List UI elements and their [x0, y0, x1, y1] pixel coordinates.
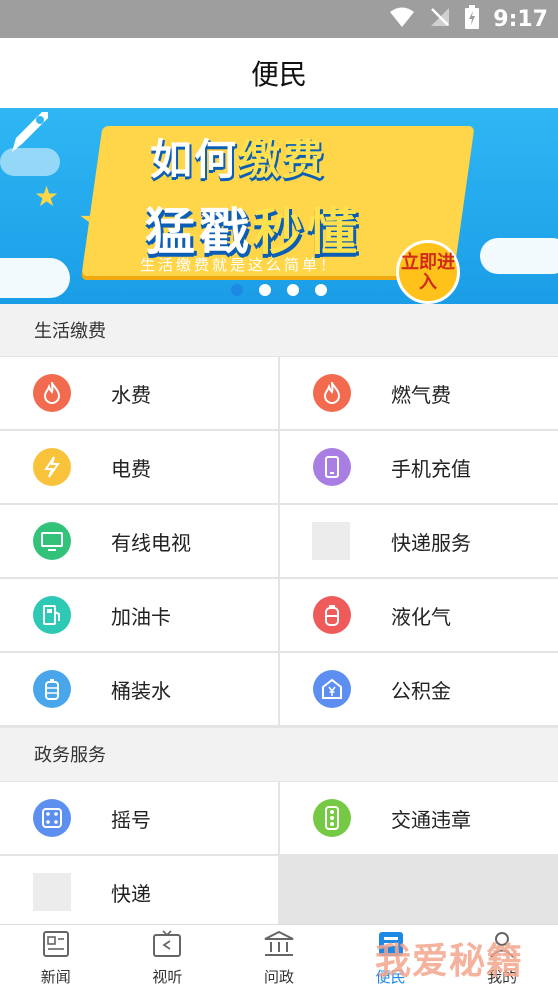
dice-icon	[33, 799, 71, 837]
clock: 9:17	[493, 6, 548, 32]
service-label: 燃气费	[391, 383, 451, 407]
service-gas-fee[interactable]: 燃气费	[280, 357, 558, 429]
status-bar: 9:17	[0, 0, 558, 38]
service-label: 交通违章	[391, 808, 471, 832]
tab-label: 视听	[152, 968, 183, 986]
service-label: 液化气	[391, 605, 451, 629]
tv-icon	[33, 522, 71, 560]
video-icon	[152, 930, 182, 962]
tab-news[interactable]: 新闻	[0, 925, 112, 992]
service-water-fee[interactable]: 水费	[0, 357, 278, 429]
no-signal-icon	[429, 6, 451, 32]
service-bottled-water[interactable]: 桶装水	[0, 653, 278, 725]
cloud-decoration	[480, 238, 558, 274]
section-title: 生活缴费	[34, 321, 106, 342]
banner-subtitle: 生活缴费就是这么简单！	[140, 256, 339, 274]
phone-icon	[313, 448, 351, 486]
fuel-icon	[33, 596, 71, 634]
tab-label: 问政	[263, 968, 294, 986]
water-bottle-icon	[33, 670, 71, 708]
service-label: 公积金	[391, 679, 451, 703]
section-header-life-payment: 生活缴费	[0, 304, 558, 356]
life-payment-grid: 水费 燃气费 电费 手机充值 有线电视 快递服务 加油卡 液化气 桶装水 公积金	[0, 356, 558, 728]
government-icon	[263, 930, 295, 962]
service-lpg[interactable]: 液化气	[280, 579, 558, 651]
section-header-gov-service: 政务服务	[0, 728, 558, 780]
placeholder-icon	[312, 522, 350, 560]
traffic-light-icon	[313, 799, 351, 837]
battery-icon	[465, 5, 480, 33]
service-label: 桶装水	[111, 679, 171, 703]
service-mobile-topup[interactable]: 手机充值	[280, 431, 558, 503]
service-label: 加油卡	[111, 605, 171, 629]
page-title: 便民	[250, 58, 307, 91]
flame-icon	[313, 374, 351, 412]
service-label: 电费	[111, 457, 151, 481]
star-icon: ★	[34, 180, 60, 213]
service-lottery[interactable]: 摇号	[0, 782, 278, 854]
tab-video[interactable]: 视听	[112, 925, 224, 992]
yuan-house-icon	[313, 670, 351, 708]
service-label: 快递	[111, 882, 151, 906]
carousel-dot[interactable]	[230, 284, 243, 296]
section-title: 政务服务	[34, 745, 106, 766]
placeholder-icon	[33, 873, 71, 911]
tab-government[interactable]: 问政	[223, 925, 335, 992]
banner-headline: 如何缴费	[150, 135, 327, 184]
service-label: 快递服务	[391, 531, 471, 555]
promo-banner[interactable]: ★ ★ ★ 如何缴费 猛戳秒懂 生活缴费就是这么简单！ 立即进入	[0, 108, 558, 304]
service-housing-fund[interactable]: 公积金	[280, 653, 558, 725]
flame-icon	[33, 374, 71, 412]
service-traffic-violation[interactable]: 交通违章	[280, 782, 558, 854]
carousel-indicator	[0, 284, 558, 296]
service-express-delivery[interactable]: 快递	[0, 856, 278, 928]
service-cable-tv[interactable]: 有线电视	[0, 505, 278, 577]
gov-service-grid: 摇号 交通违章 快递	[0, 781, 558, 931]
lightning-icon	[33, 448, 71, 486]
news-icon	[41, 930, 71, 962]
carousel-dot[interactable]	[258, 284, 271, 296]
gas-tank-icon	[313, 596, 351, 634]
service-label: 有线电视	[111, 531, 191, 555]
wifi-icon	[389, 6, 415, 32]
carousel-dot[interactable]	[314, 284, 327, 296]
carousel-dot[interactable]	[286, 284, 299, 296]
title-bar: 便民	[0, 38, 558, 108]
service-label: 水费	[111, 383, 151, 407]
service-express[interactable]: 快递服务	[280, 505, 558, 577]
service-electricity-fee[interactable]: 电费	[0, 431, 278, 503]
rocket-icon	[6, 108, 52, 158]
service-label: 摇号	[111, 808, 151, 832]
service-label: 手机充值	[391, 457, 471, 481]
service-fuel-card[interactable]: 加油卡	[0, 579, 278, 651]
watermark: 我爱秘籍	[375, 941, 524, 982]
tab-label: 新闻	[40, 968, 71, 986]
